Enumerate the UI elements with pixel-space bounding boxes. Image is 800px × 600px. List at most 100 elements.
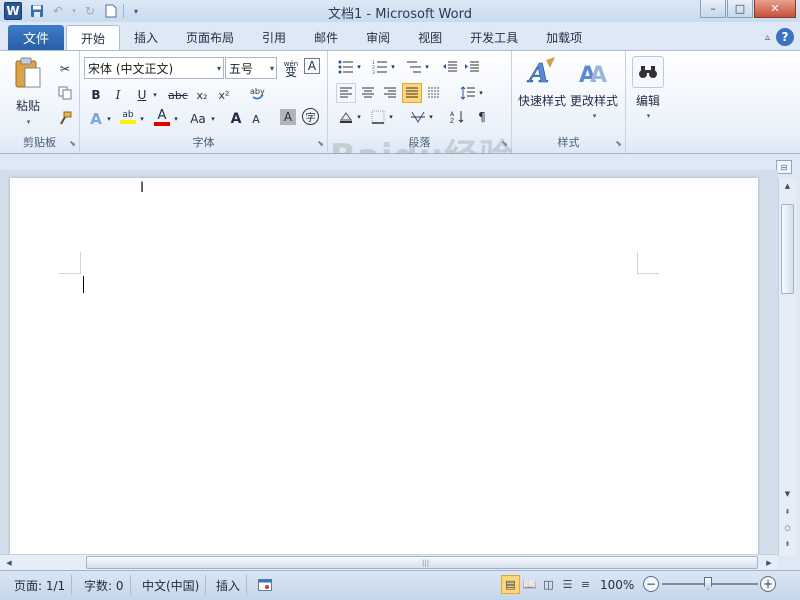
justify-icon[interactable]	[402, 83, 422, 103]
subscript-button[interactable]: x₂	[192, 85, 212, 105]
zoom-out-icon[interactable]: −	[643, 576, 659, 592]
bold-button[interactable]: B	[86, 85, 106, 105]
save-icon[interactable]	[28, 2, 46, 20]
tab-add-ins[interactable]: 加载项	[532, 25, 596, 50]
tab-view[interactable]: 视图	[404, 25, 456, 50]
redo-icon[interactable]: ↻	[81, 2, 99, 20]
scroll-up-icon[interactable]: ▲	[780, 178, 795, 194]
shading-dropdown-icon[interactable]: ▾	[354, 107, 364, 127]
superscript-button[interactable]: x²	[214, 85, 234, 105]
align-left-icon[interactable]	[336, 83, 356, 103]
font-name-combo[interactable]: 宋体 (中文正文) ▾	[84, 57, 224, 79]
tab-insert[interactable]: 插入	[120, 25, 172, 50]
outline-view-icon[interactable]: ☰	[558, 575, 577, 594]
paragraph-launcher-icon[interactable]: ⬊	[501, 139, 508, 148]
cut-icon[interactable]: ✂	[55, 59, 75, 79]
insert-mode-status[interactable]: 插入	[210, 575, 248, 595]
multilevel-dropdown-icon[interactable]: ▾	[422, 57, 432, 77]
font-size-combo[interactable]: 五号 ▾	[225, 57, 277, 79]
horizontal-scroll-thumb[interactable]: |||	[86, 556, 758, 569]
phonetic-guide-button[interactable]: wén 变	[281, 58, 301, 78]
quick-styles-button[interactable]: A 快速样式	[518, 56, 566, 109]
editing-button[interactable]: 编辑 ▾	[632, 56, 664, 120]
browse-object-icon[interactable]: ○	[780, 520, 795, 536]
new-document-icon[interactable]	[102, 2, 120, 20]
format-painter-icon[interactable]	[55, 108, 75, 128]
align-right-icon[interactable]	[380, 83, 400, 103]
increase-indent-icon[interactable]	[462, 57, 482, 77]
highlight-button[interactable]: ab	[118, 107, 138, 127]
scroll-down-icon[interactable]: ▼	[780, 486, 795, 502]
font-color-dropdown-icon[interactable]: ▾	[171, 109, 181, 129]
styles-launcher-icon[interactable]: ⬊	[615, 139, 622, 148]
draft-view-icon[interactable]: ≡	[576, 575, 595, 594]
clipboard-launcher-icon[interactable]: ⬊	[69, 139, 76, 148]
grow-font-button[interactable]: A	[226, 109, 246, 129]
zoom-in-icon[interactable]: +	[760, 576, 776, 592]
paste-button[interactable]: 粘贴 ▾	[12, 57, 44, 126]
paste-dropdown-icon[interactable]: ▾	[27, 118, 31, 126]
macro-record-icon[interactable]	[252, 575, 278, 595]
borders-icon[interactable]	[368, 107, 388, 127]
enclose-characters-button[interactable]: 字	[302, 108, 319, 125]
view-ruler-icon[interactable]: ⊟	[776, 160, 792, 174]
zoom-level[interactable]: 100%	[600, 575, 634, 595]
maximize-button[interactable]: □	[727, 0, 753, 18]
horizontal-scrollbar[interactable]: ◀ ||| ▶	[0, 554, 778, 570]
tab-review[interactable]: 审阅	[352, 25, 404, 50]
vertical-scroll-thumb[interactable]	[781, 204, 794, 294]
change-case-button[interactable]: Aa	[186, 109, 210, 129]
page-count[interactable]: 页面: 1/1	[8, 575, 73, 595]
highlight-dropdown-icon[interactable]: ▾	[137, 109, 147, 129]
line-spacing-dropdown-icon[interactable]: ▾	[476, 83, 486, 103]
tab-developer[interactable]: 开发工具	[456, 25, 532, 50]
text-effects-dropdown-icon[interactable]: ▾	[104, 109, 114, 129]
show-marks-icon[interactable]: ¶	[472, 107, 492, 127]
next-page-icon[interactable]: ⇟	[780, 536, 795, 552]
minimize-button[interactable]: –	[700, 0, 726, 18]
shading-icon[interactable]	[336, 107, 356, 127]
shrink-font-button[interactable]: A	[246, 109, 266, 129]
bullets-dropdown-icon[interactable]: ▾	[354, 57, 364, 77]
word-app-icon[interactable]: W	[4, 2, 22, 20]
scroll-left-icon[interactable]: ◀	[2, 556, 16, 569]
scroll-right-icon[interactable]: ▶	[762, 556, 776, 569]
chinese-layout-dropdown-icon[interactable]: ▾	[426, 107, 436, 127]
word-count[interactable]: 字数: 0	[78, 575, 131, 595]
web-layout-icon[interactable]: ◫	[539, 575, 558, 594]
full-screen-reading-icon[interactable]: 📖	[520, 575, 539, 594]
document-page[interactable]: I	[10, 178, 758, 578]
change-case-dropdown-icon[interactable]: ▾	[208, 109, 218, 129]
tab-references[interactable]: 引用	[248, 25, 300, 50]
minimize-ribbon-icon[interactable]: ▵	[765, 32, 770, 43]
help-icon[interactable]: ?	[776, 28, 794, 46]
sort-icon[interactable]: AZ	[448, 107, 468, 127]
change-styles-dropdown-icon[interactable]: ▾	[593, 112, 597, 120]
clear-formatting-button[interactable]: A	[304, 58, 320, 74]
tab-page-layout[interactable]: 页面布局	[172, 25, 248, 50]
bullets-icon[interactable]	[336, 57, 356, 77]
tab-file[interactable]: 文件	[8, 25, 64, 50]
undo-dropdown-icon[interactable]: ▾	[70, 2, 78, 20]
strikethrough-button[interactable]: abc	[166, 85, 190, 105]
change-case-icon[interactable]: aby	[248, 83, 268, 103]
customize-qat-icon[interactable]: ▾	[127, 2, 145, 20]
multilevel-list-icon[interactable]	[404, 57, 424, 77]
tab-mailings[interactable]: 邮件	[300, 25, 352, 50]
line-spacing-icon[interactable]	[458, 83, 478, 103]
undo-icon[interactable]: ↶	[49, 2, 67, 20]
font-color-button[interactable]: A	[152, 107, 172, 127]
font-launcher-icon[interactable]: ⬊	[317, 139, 324, 148]
print-layout-view-icon[interactable]: ▤	[501, 575, 520, 594]
change-styles-button[interactable]: AA 更改样式 ▾	[570, 56, 618, 120]
character-shading-button[interactable]: A	[280, 109, 296, 125]
decrease-indent-icon[interactable]	[440, 57, 460, 77]
underline-dropdown-icon[interactable]: ▾	[150, 85, 160, 105]
italic-button[interactable]: I	[108, 85, 128, 105]
numbering-icon[interactable]: 123	[370, 57, 390, 77]
borders-dropdown-icon[interactable]: ▾	[386, 107, 396, 127]
chinese-layout-icon[interactable]	[408, 107, 428, 127]
vertical-scrollbar[interactable]: ▲ ▼ ⇞ ○ ⇟	[778, 178, 796, 556]
distributed-icon[interactable]	[424, 83, 444, 103]
previous-page-icon[interactable]: ⇞	[780, 504, 795, 520]
